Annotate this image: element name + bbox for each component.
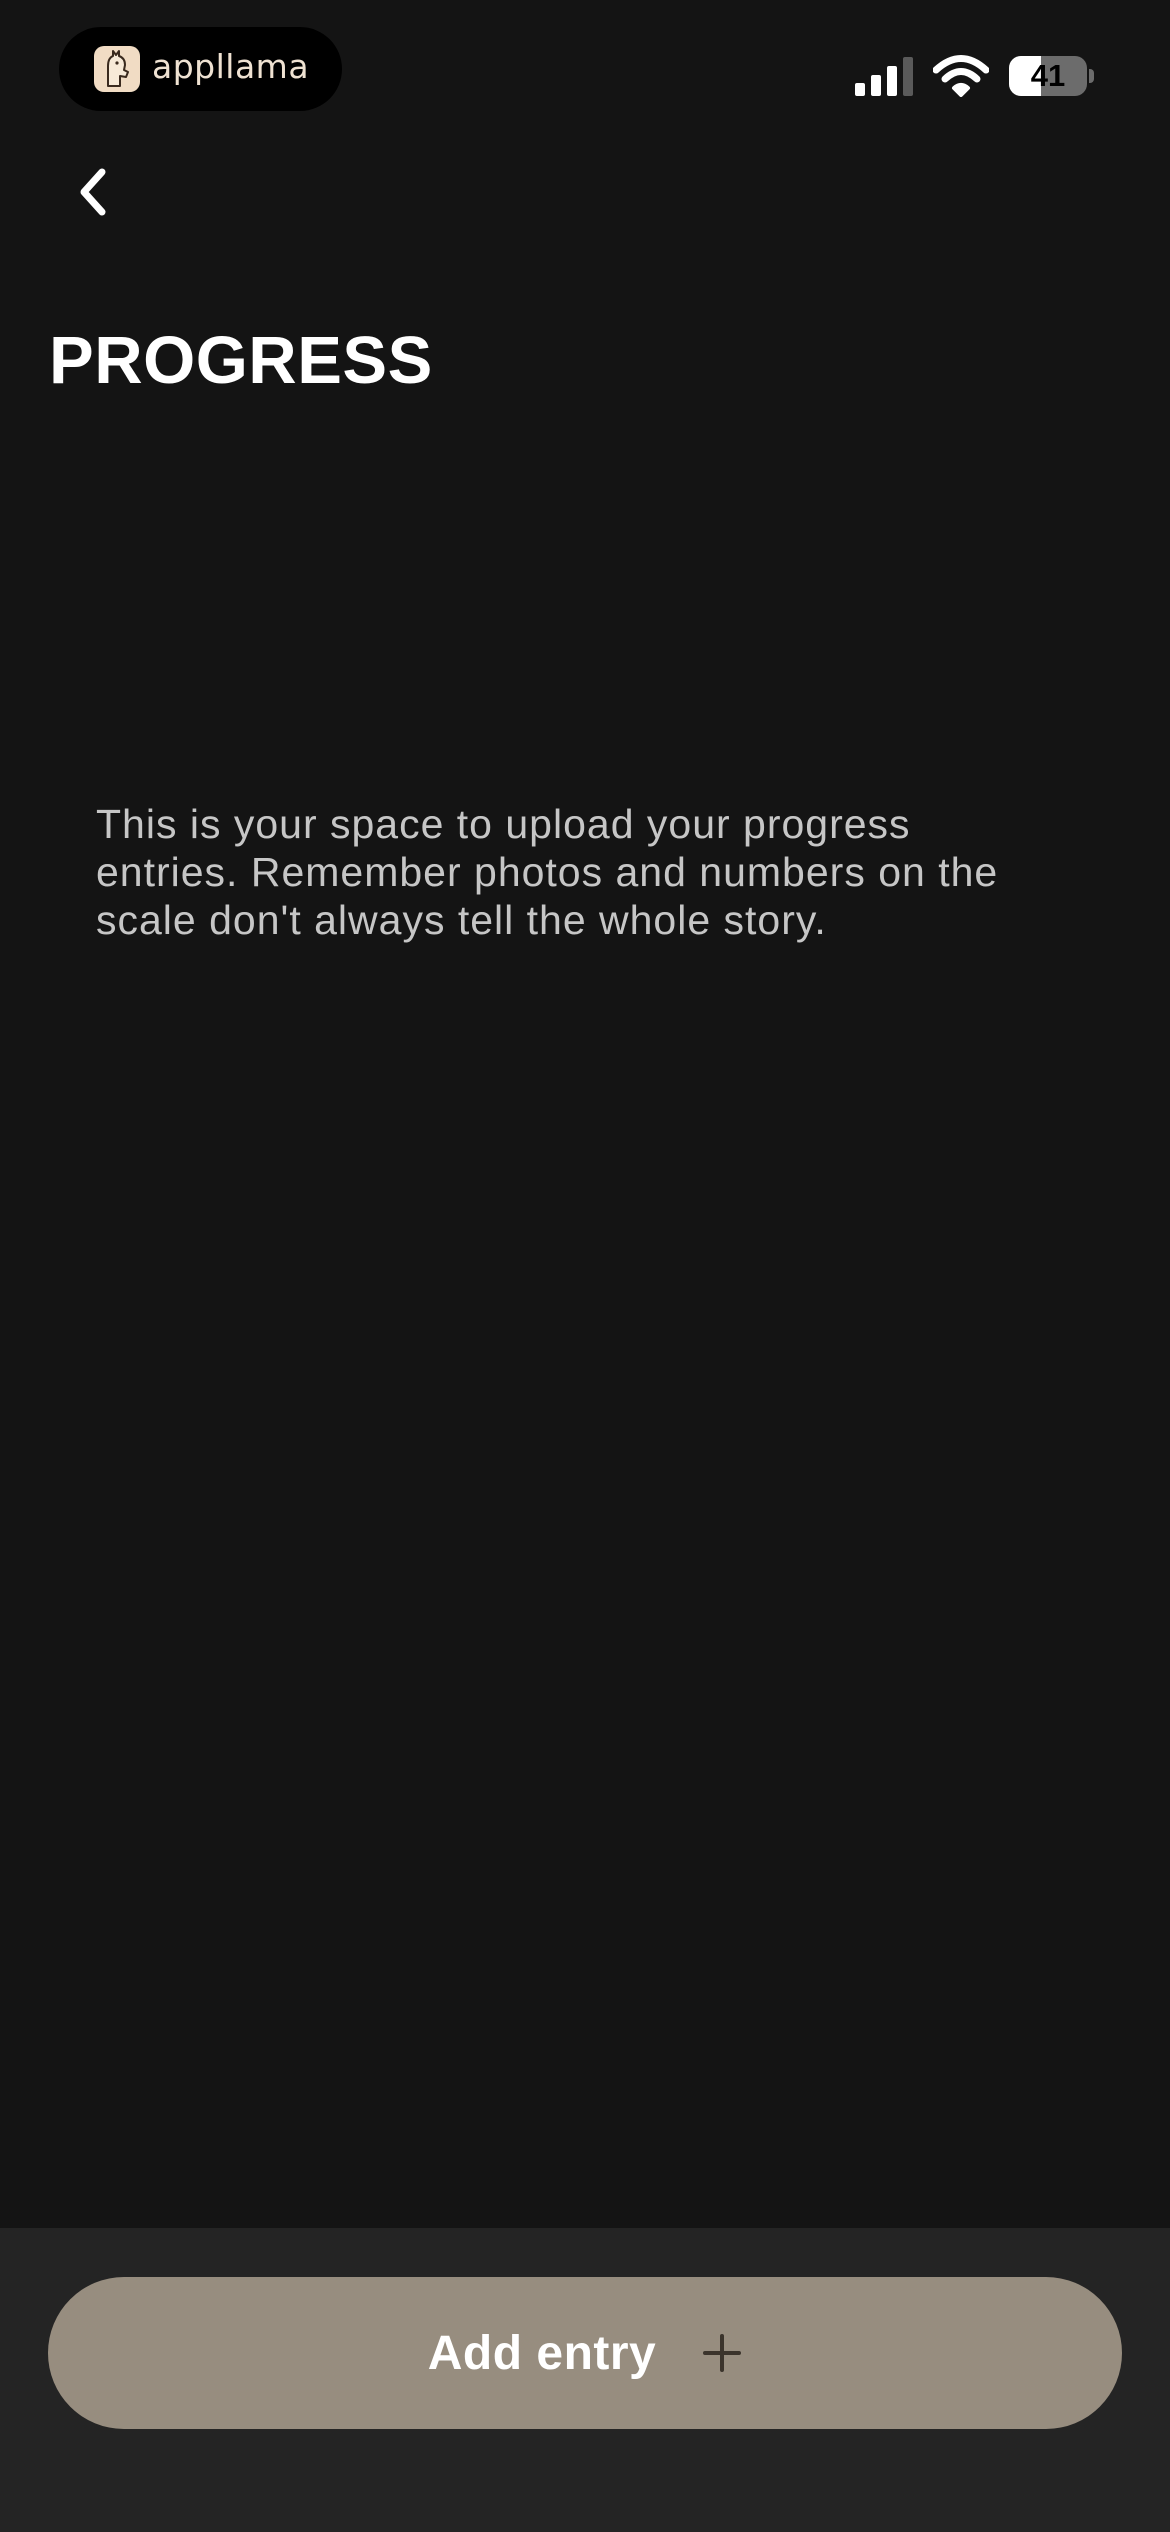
cellular-signal-icon [855,57,913,96]
empty-state-message: This is your space to upload your progre… [96,801,999,943]
app-badge[interactable]: appllama [59,27,342,111]
chevron-left-icon [80,168,106,216]
plus-icon [703,2334,742,2372]
battery-tip [1089,69,1094,83]
app-badge-name: appllama [152,47,310,86]
wifi-icon [933,55,989,97]
back-button[interactable] [62,160,126,224]
status-bar: appllama 41 [0,0,1170,140]
battery-level: 41 [1030,58,1066,93]
add-entry-label: Add entry [427,2326,657,2380]
add-entry-button[interactable]: Add entry [48,2277,1122,2429]
battery-icon: 41 [1009,56,1087,96]
page-title: PROGRESS [49,323,433,398]
llama-logo-icon [94,46,140,92]
